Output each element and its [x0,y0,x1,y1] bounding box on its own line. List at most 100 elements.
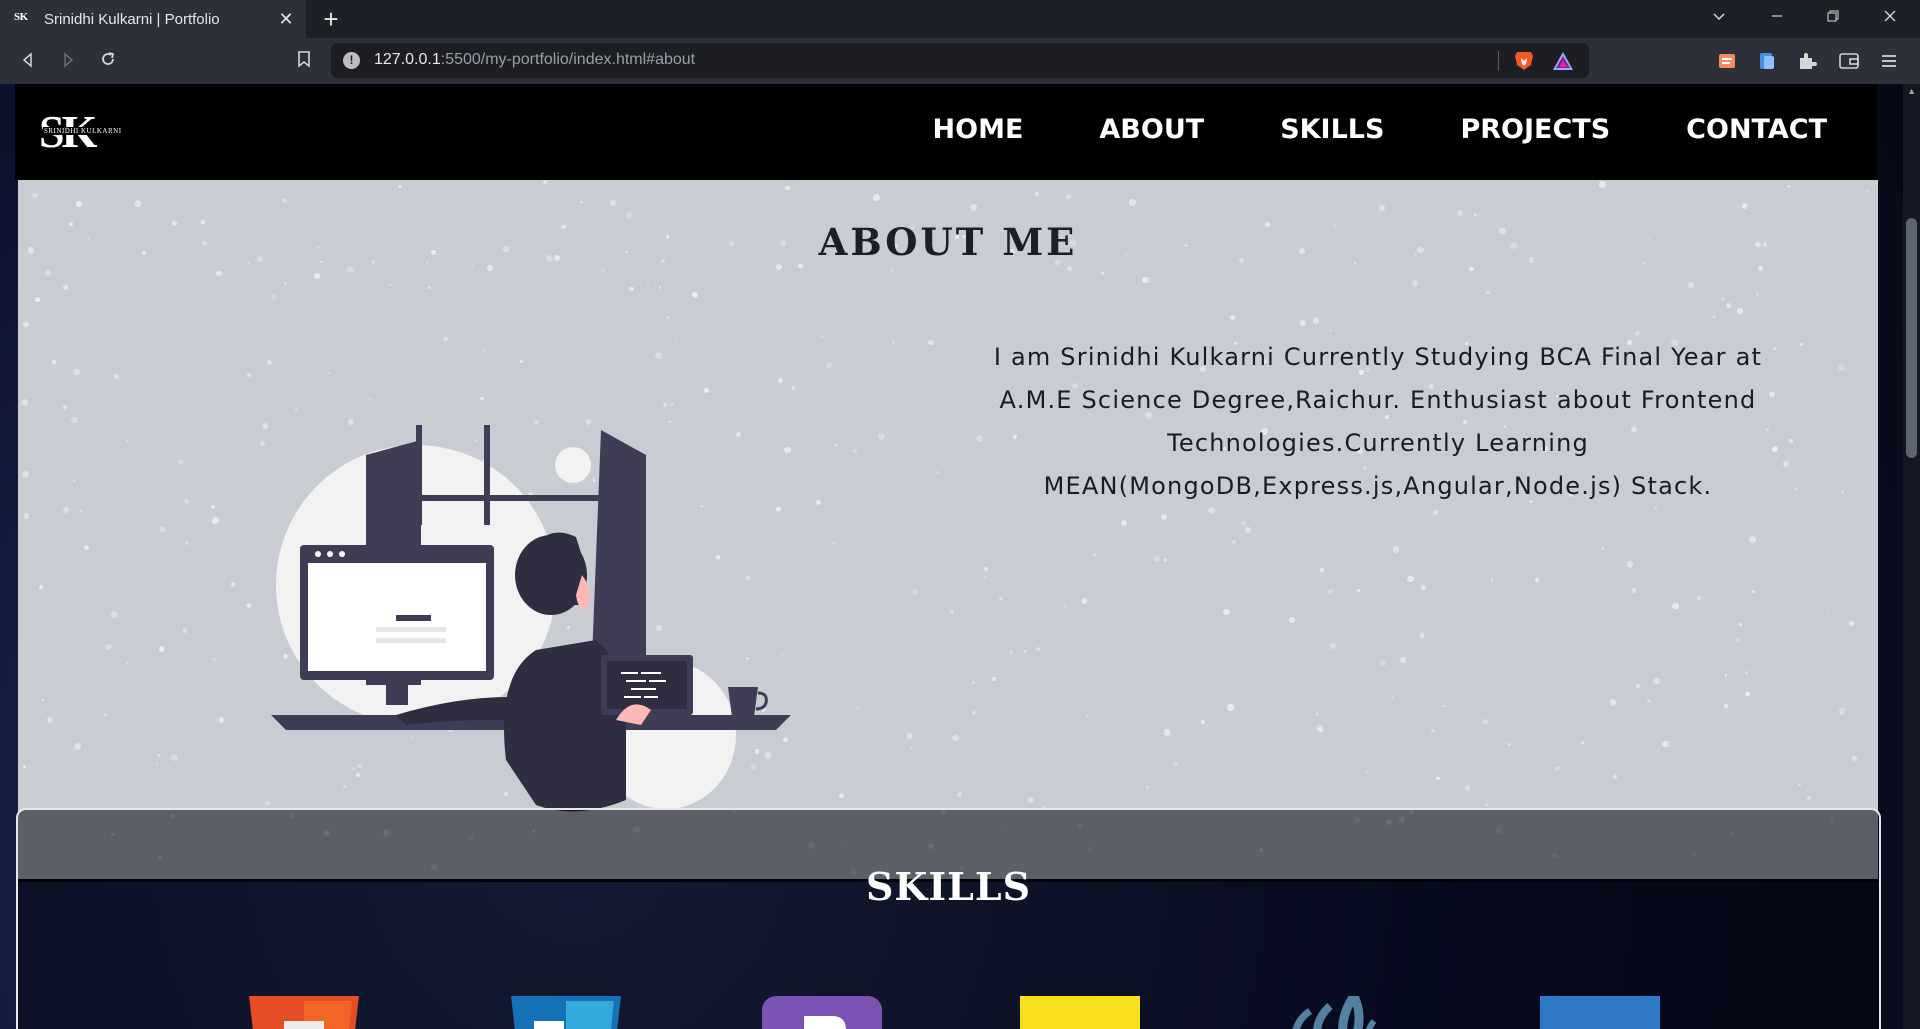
background-speck [1755,293,1760,297]
reading-list-icon[interactable] [1716,50,1738,72]
brave-shields-icon[interactable] [1514,50,1534,71]
background-speck [872,193,880,201]
background-speck [1172,762,1179,768]
reload-icon[interactable] [94,48,122,76]
nav-home-link[interactable]: HOME [933,114,1024,145]
background-speck [22,471,30,478]
background-speck [1725,302,1731,308]
background-speck [1672,602,1679,610]
background-speck [63,506,70,513]
background-speck [1724,673,1728,677]
background-speck [182,628,188,633]
tab-close-icon[interactable]: ✕ [276,9,296,29]
scrollbar-thumb[interactable] [1906,218,1917,458]
background-speck [1288,616,1295,623]
background-speck [670,403,674,407]
page-viewport: SK SRINIDHI KULKARNI HOME ABOUT SKILLS P… [0,84,1920,1029]
java-icon [1292,996,1377,1029]
background-speck [816,500,822,506]
browser-tab[interactable]: SK Srinidhi Kulkarni | Portfolio ✕ [0,0,306,38]
background-speck [45,270,51,276]
background-speck [646,280,649,283]
nav-skills-link[interactable]: SKILLS [1280,114,1384,145]
background-speck [948,609,955,615]
background-speck [1741,203,1748,210]
background-speck [1807,795,1812,800]
background-speck [39,584,44,590]
background-speck [443,337,448,342]
nav-contact-link[interactable]: CONTACT [1686,114,1827,145]
background-speck [1852,756,1858,762]
background-speck [1064,604,1068,608]
background-speck [1201,719,1206,724]
background-speck [73,368,80,376]
background-speck [1120,520,1127,527]
background-speck [75,201,82,208]
extensions-icon[interactable] [1796,50,1818,72]
background-speck [398,184,402,189]
close-window-button[interactable] [1867,0,1913,38]
menu-icon[interactable] [1878,50,1900,72]
background-speck [1436,776,1440,780]
background-speck [1738,622,1743,627]
background-speck [906,732,913,740]
bookmark-icon[interactable] [290,48,318,76]
background-speck [785,185,790,191]
bootstrap-icon [762,996,882,1029]
address-bar[interactable]: ! 127.0.0.1:5500/my-portfolio/index.html… [331,43,1589,78]
background-speck [1849,621,1855,627]
background-speck [1507,742,1512,747]
wallet-icon[interactable] [1756,50,1778,72]
background-speck [1789,439,1794,444]
background-speck [983,575,987,579]
background-speck [230,582,235,587]
restore-button[interactable] [1810,0,1856,38]
url-text[interactable]: 127.0.0.1:5500/my-portfolio/index.html#a… [374,51,695,69]
background-speck [1229,314,1235,321]
background-speck [1365,771,1369,775]
background-speck [626,211,633,219]
background-speck [1330,643,1337,650]
forward-icon[interactable] [54,48,82,76]
background-speck [1430,728,1435,733]
tab-search-chevron-icon[interactable] [1696,0,1742,38]
new-tab-button[interactable]: + [318,6,344,33]
site-info-icon[interactable]: ! [343,52,360,69]
background-speck [481,348,486,353]
background-speck [1468,266,1474,272]
background-speck [1581,741,1585,745]
background-speck [658,286,662,289]
back-icon[interactable] [14,48,42,76]
background-speck [1093,553,1097,557]
background-speck [1646,698,1651,703]
background-speck [80,509,84,513]
background-speck [110,611,118,618]
background-speck [1223,608,1231,616]
minimize-button[interactable] [1754,0,1800,38]
site-logo[interactable]: SK SRINIDHI KULKARNI [39,108,123,156]
background-speck [1027,796,1034,803]
brave-rewards-icon[interactable] [1552,51,1574,71]
background-speck [1485,802,1489,806]
nav-about-link[interactable]: ABOUT [1099,114,1204,145]
background-speck [1066,194,1072,200]
background-speck [428,286,431,289]
background-speck [1227,704,1234,711]
scroll-up-icon[interactable]: ▲ [1907,86,1916,96]
background-speck [856,706,860,709]
nav-projects-link[interactable]: PROJECTS [1460,114,1610,145]
background-speck [1245,527,1251,534]
page-scrollbar[interactable]: ▲ [1903,84,1920,1029]
background-speck [1160,513,1168,521]
background-speck [911,588,918,595]
background-speck [295,407,298,411]
background-speck [389,283,392,287]
sidebar-icon[interactable] [1838,50,1860,72]
background-speck [1626,561,1634,568]
background-speck [1483,719,1489,725]
background-speck [1635,684,1640,689]
background-speck [73,479,76,482]
background-speck [314,272,320,279]
background-speck [991,677,996,682]
background-speck [479,396,484,401]
